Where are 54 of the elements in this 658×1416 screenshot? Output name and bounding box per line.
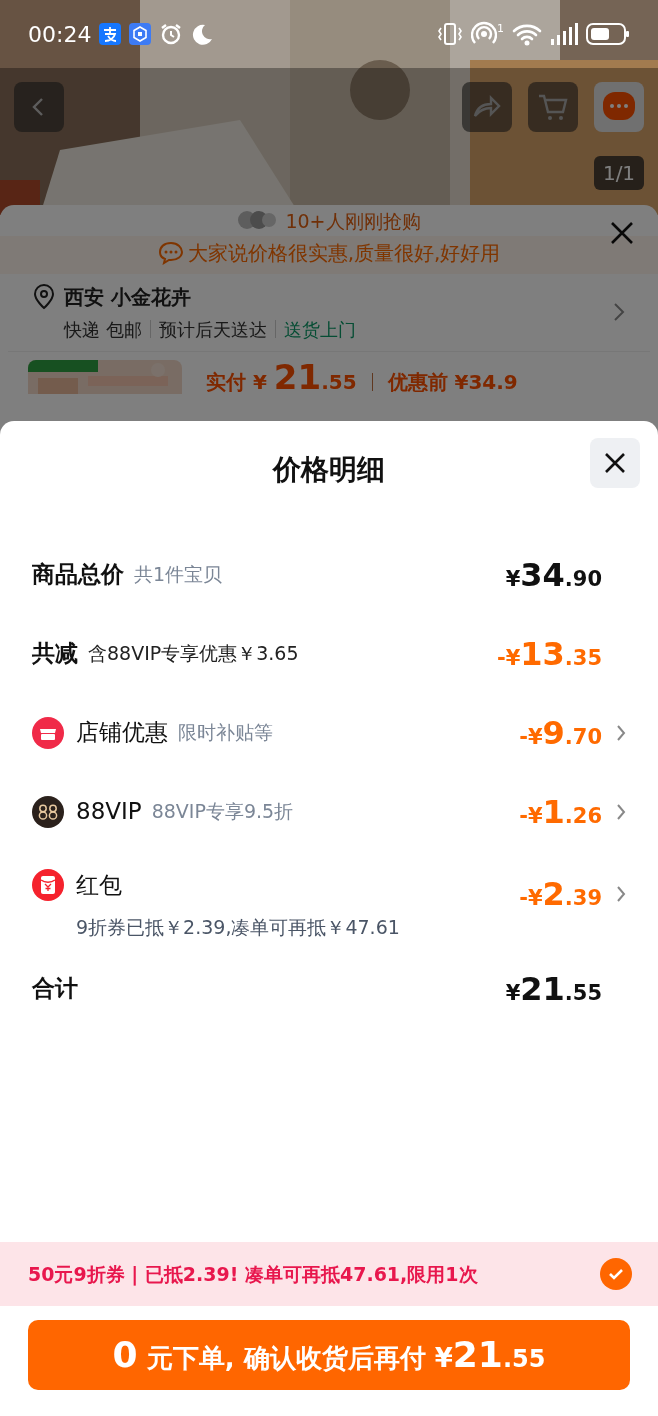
more-icon [603, 92, 635, 122]
location-pin-icon [32, 283, 56, 310]
delivery-info: 送货上门 [283, 318, 356, 340]
row-amount: ¥34.90 [505, 554, 602, 596]
actual-price: 实付 ¥ 21.55 优惠前 ¥34.9 [206, 359, 518, 394]
row-amount: -¥1.26 [519, 791, 602, 833]
submit-order-button[interactable]: 0 元下单, 确认收货后再付 ¥21.55 [28, 1320, 630, 1390]
hotspot-count: 1 [497, 21, 504, 37]
row-label: 店铺优惠 [76, 718, 168, 748]
chat-bubble-icon [157, 240, 184, 265]
coupon-note: 50元9折券 | 已抵2.39! 凑单可再抵47.61,限用1次 [28, 1261, 478, 1288]
chevron-icon[interactable] [616, 885, 626, 903]
envelope-icon [32, 869, 64, 902]
row-label: 红包 [76, 871, 122, 900]
close-button[interactable] [590, 438, 640, 488]
row-amount: -¥2.39 [519, 874, 602, 915]
buyers-note: 10+人刚刚抢购 [285, 209, 421, 234]
chevron-icon[interactable] [616, 802, 626, 821]
avatar-group-icon [237, 209, 278, 232]
row-note: 88VIP专享9.5折 [151, 799, 294, 825]
delivery-info: 预计后天送达 [158, 318, 267, 340]
app-notification-icon [99, 23, 122, 45]
row-label: 商品总价 [32, 560, 124, 590]
row-amount: -¥13.35 [496, 633, 602, 675]
sheet-title: 价格明细 [273, 452, 385, 488]
battery-icon [586, 22, 630, 46]
checkbox[interactable] [600, 1258, 632, 1290]
image-counter: 1/1 [594, 156, 644, 190]
row-label: 88VIP [76, 797, 142, 827]
row-label: 共减 [32, 639, 78, 669]
row-amount: ¥21.55 [505, 968, 602, 1010]
row-amount: -¥9.70 [519, 712, 602, 754]
cart-icon [537, 92, 569, 122]
row-note: 限时补贴等 [178, 720, 273, 746]
row-note: 共1件宝贝 [134, 562, 223, 588]
close-icon[interactable] [610, 221, 634, 245]
close-icon [603, 451, 627, 475]
chevron-icon[interactable] [616, 723, 626, 742]
shop-icon [32, 716, 64, 749]
status-time: 00:24 [28, 20, 92, 49]
more-button[interactable] [594, 82, 644, 132]
row-detail: 9折券已抵￥2.39,凑单可再抵￥47.61 [76, 914, 400, 940]
delivery-address: 西安 小金花卉 [64, 283, 191, 311]
app-notification-icon [129, 23, 152, 45]
row-label: 合计 [32, 974, 78, 1004]
signal-icon [550, 23, 578, 45]
wifi-icon [512, 22, 542, 46]
vip-badge-icon [32, 795, 64, 828]
chevron-icon[interactable] [612, 301, 626, 323]
row-note: 含88VIP专享优惠￥3.65 [88, 641, 299, 667]
delivery-info: 快递 包邮 [64, 318, 142, 340]
review-text: 大家说价格很实惠,质量很好,好好用 [187, 239, 501, 267]
vibrate-icon [437, 22, 463, 46]
moon-icon [191, 23, 214, 45]
